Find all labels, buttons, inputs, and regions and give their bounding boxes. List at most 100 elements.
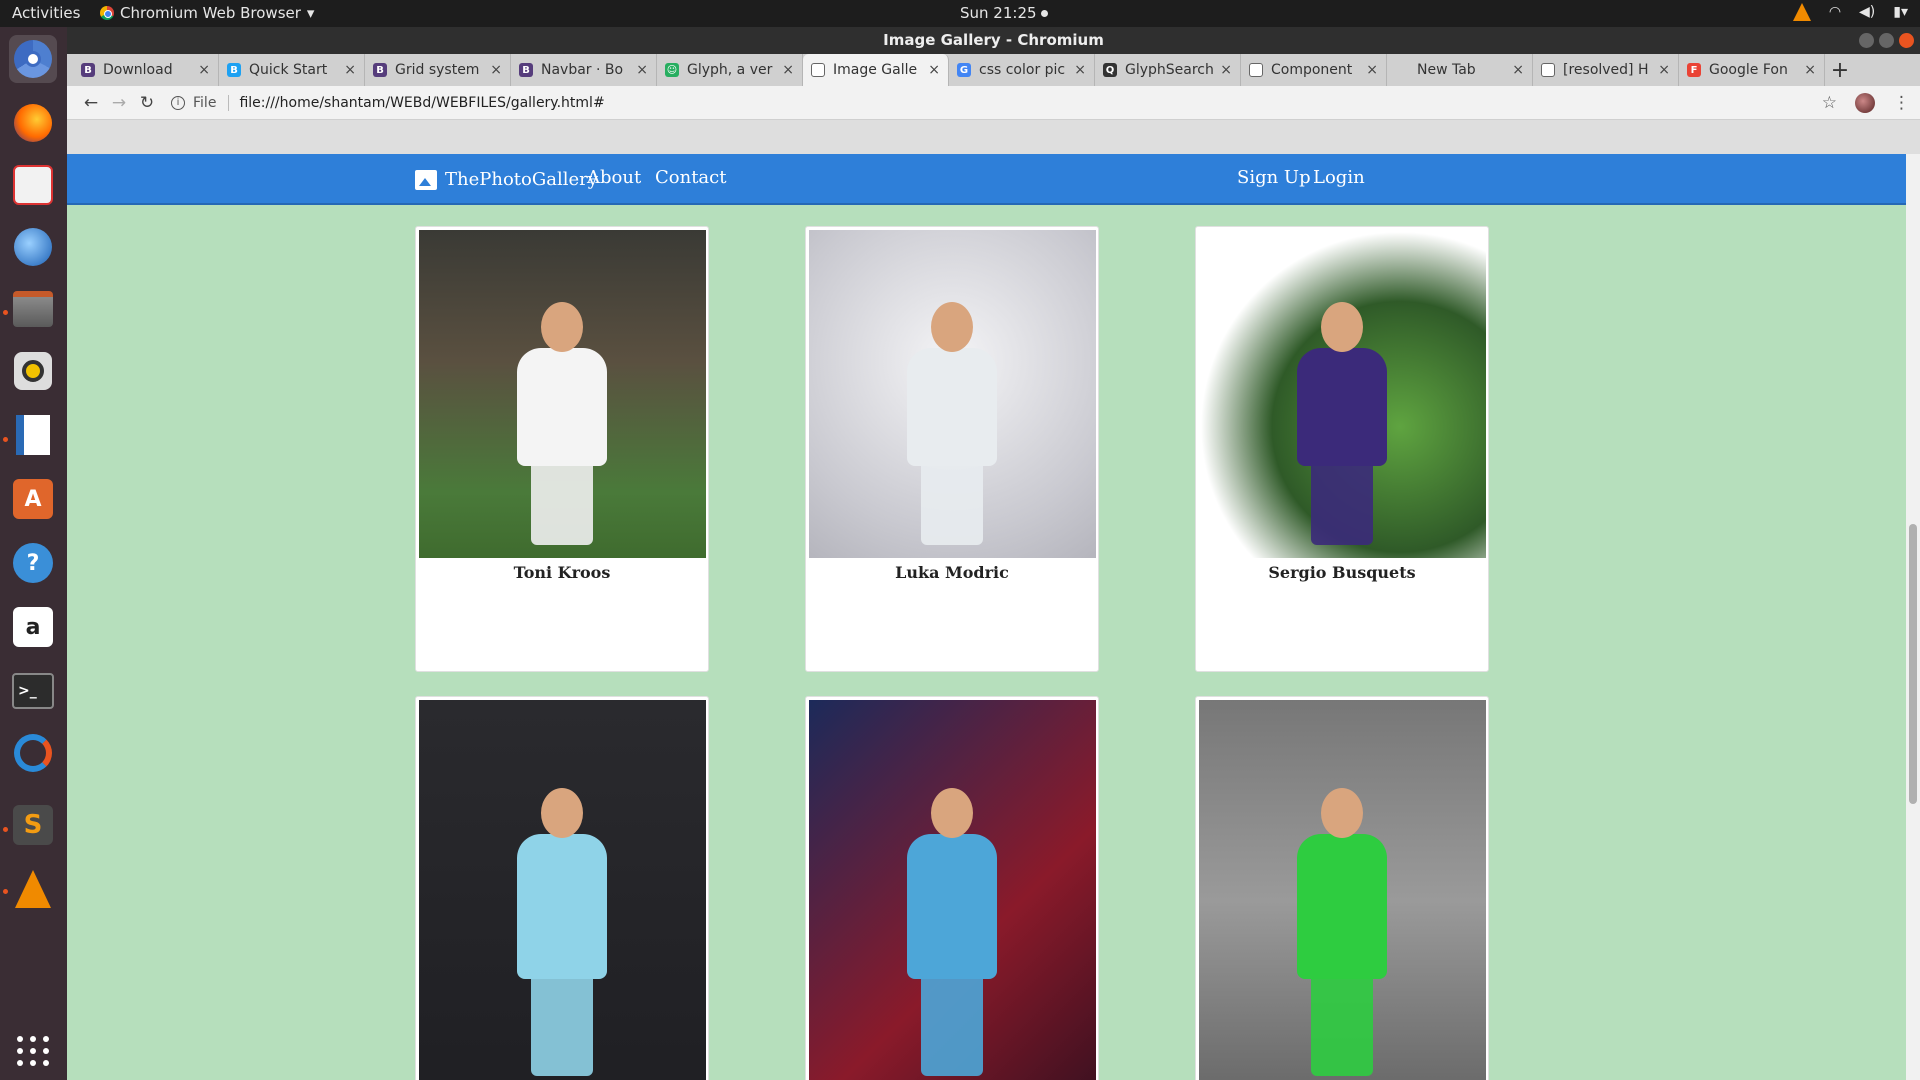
forward-button[interactable]: → — [105, 93, 133, 113]
toolbar-right: ☆ ⋮ — [1822, 92, 1910, 113]
address-bar[interactable]: i File file:///home/shantam/WEBd/WEBFILE… — [171, 89, 1812, 117]
gallery-card[interactable] — [805, 696, 1099, 1080]
tab-close-icon[interactable]: × — [782, 62, 794, 78]
player-photo[interactable] — [1199, 230, 1486, 558]
chromium-icon — [100, 6, 114, 20]
volume-icon: ◀) — [1859, 4, 1876, 20]
writer-icon[interactable] — [9, 411, 57, 459]
new-tab-button[interactable]: + — [1825, 54, 1855, 86]
battery-icon: ▮▾ — [1893, 4, 1908, 20]
tab-close-icon[interactable]: × — [344, 62, 356, 78]
updater-icon[interactable] — [9, 729, 57, 777]
tab-close-icon[interactable]: × — [1658, 62, 1670, 78]
info-icon[interactable]: i — [171, 95, 185, 110]
gallery-card[interactable] — [415, 696, 709, 1080]
files-icon[interactable] — [9, 285, 57, 333]
gallery-card[interactable] — [1195, 696, 1489, 1080]
browser-tab[interactable]: B Download × — [73, 54, 219, 86]
tab-close-icon[interactable]: × — [1366, 62, 1378, 78]
tab-label: [resolved] H — [1563, 62, 1649, 78]
browser-tab[interactable]: F Google Fon × — [1679, 54, 1825, 86]
gallery-card[interactable]: Luka Modric — [805, 226, 1099, 672]
player-photo[interactable] — [809, 700, 1096, 1080]
site-brand[interactable]: ThePhotoGallery — [415, 169, 598, 190]
player-photo[interactable] — [419, 230, 706, 558]
tab-strip: B Download × B Quick Start × B Grid system × B Nav… — [67, 54, 1920, 86]
bookmark-star-icon[interactable]: ☆ — [1822, 93, 1837, 113]
profile-avatar[interactable] — [1855, 92, 1875, 113]
tab-label: Image Galle — [833, 62, 918, 78]
maximize-button[interactable] — [1879, 33, 1894, 48]
running-indicator — [3, 827, 8, 832]
chromium-dock-icon[interactable] — [9, 35, 57, 83]
address-url: file:///home/shantam/WEBd/WEBFILES/galle… — [239, 94, 605, 111]
tab-close-icon[interactable]: × — [1074, 62, 1086, 78]
show-applications-icon[interactable] — [9, 1027, 57, 1075]
vlc-icon[interactable] — [9, 865, 57, 913]
tab-favicon-icon: B — [519, 63, 533, 77]
browser-tab[interactable]: Q GlyphSearch × — [1095, 54, 1241, 86]
tab-label: Grid system — [395, 62, 480, 78]
browser-tab[interactable]: B Navbar · Bo × — [511, 54, 657, 86]
tab-close-icon[interactable]: × — [1804, 62, 1816, 78]
browser-toolbar: ← → ↻ i File file:///home/shantam/WEBd/W… — [67, 86, 1920, 120]
tab-favicon-icon: Q — [1103, 63, 1117, 77]
firefox-icon[interactable] — [9, 99, 57, 147]
tab-close-icon[interactable]: × — [1512, 62, 1524, 78]
browser-tab[interactable]: Image Galle × — [803, 54, 949, 86]
nav-contact-link[interactable]: Contact — [655, 167, 726, 188]
nav-signup-link[interactable]: Sign Up — [1237, 167, 1311, 188]
back-button[interactable]: ← — [77, 93, 105, 113]
nav-about-link[interactable]: About — [587, 167, 641, 188]
browser-tab[interactable]: [resolved] H × — [1533, 54, 1679, 86]
close-window-button[interactable] — [1899, 33, 1914, 48]
nav-login-link[interactable]: Login — [1313, 167, 1365, 188]
app-menu[interactable]: Chromium Web Browser ▾ — [100, 4, 314, 22]
tab-close-icon[interactable]: × — [198, 62, 210, 78]
address-scheme: File — [193, 94, 217, 111]
tab-label: Quick Start — [249, 62, 328, 78]
software-center-icon[interactable]: A — [9, 475, 57, 523]
minimize-button[interactable] — [1859, 33, 1874, 48]
browser-tab[interactable]: Gcss color pic × — [949, 54, 1095, 86]
player-photo[interactable] — [419, 700, 706, 1080]
vlc-tray-icon[interactable] — [1792, 3, 1811, 21]
browser-tab[interactable]: New Tab × — [1387, 54, 1533, 86]
tab-close-icon[interactable]: × — [928, 62, 940, 78]
tab-favicon-icon: B — [373, 63, 387, 77]
running-indicator — [3, 437, 8, 442]
scrollbar-thumb[interactable] — [1909, 524, 1917, 804]
tab-favicon-icon: B — [227, 63, 241, 77]
thunderbird-icon[interactable] — [9, 223, 57, 271]
address-divider — [228, 94, 230, 111]
tab-label: Google Fon — [1709, 62, 1788, 78]
browser-tab[interactable]: B Grid system × — [365, 54, 511, 86]
window-titlebar[interactable]: Image Gallery - Chromium — [67, 27, 1920, 54]
email-app-icon[interactable] — [9, 161, 57, 209]
tab-close-icon[interactable]: × — [490, 62, 502, 78]
rhythmbox-icon[interactable] — [9, 347, 57, 395]
player-photo[interactable] — [1199, 700, 1486, 1080]
player-figure — [507, 302, 617, 558]
activities-button[interactable]: Activities — [12, 4, 80, 22]
terminal-icon[interactable]: >_ — [9, 667, 57, 715]
page-scrollbar[interactable] — [1906, 154, 1920, 1080]
clock-text: Sun 21:25 — [960, 4, 1037, 22]
gallery-card[interactable]: Sergio Busquets — [1195, 226, 1489, 672]
browser-tab[interactable]: B Quick Start × — [219, 54, 365, 86]
gallery-card[interactable]: Toni Kroos — [415, 226, 709, 672]
browser-tab[interactable]: Component × — [1241, 54, 1387, 86]
tab-favicon-icon: F — [1687, 63, 1701, 77]
sublime-text-icon[interactable]: S — [9, 801, 57, 849]
tab-close-icon[interactable]: × — [636, 62, 648, 78]
tab-close-icon[interactable]: × — [1220, 62, 1232, 78]
menu-icon[interactable]: ⋮ — [1893, 93, 1910, 113]
browser-tab[interactable]: ☺ Glyph, a ver × — [657, 54, 803, 86]
reload-button[interactable]: ↻ — [133, 93, 161, 113]
amazon-icon[interactable]: a — [9, 603, 57, 651]
help-icon[interactable]: ? — [9, 539, 57, 587]
tab-favicon-icon: B — [81, 63, 95, 77]
system-tray[interactable]: ◠ ◀) ▮▾ — [1792, 3, 1908, 21]
clock[interactable]: Sun 21:25 — [960, 4, 1048, 22]
player-photo[interactable] — [809, 230, 1096, 558]
